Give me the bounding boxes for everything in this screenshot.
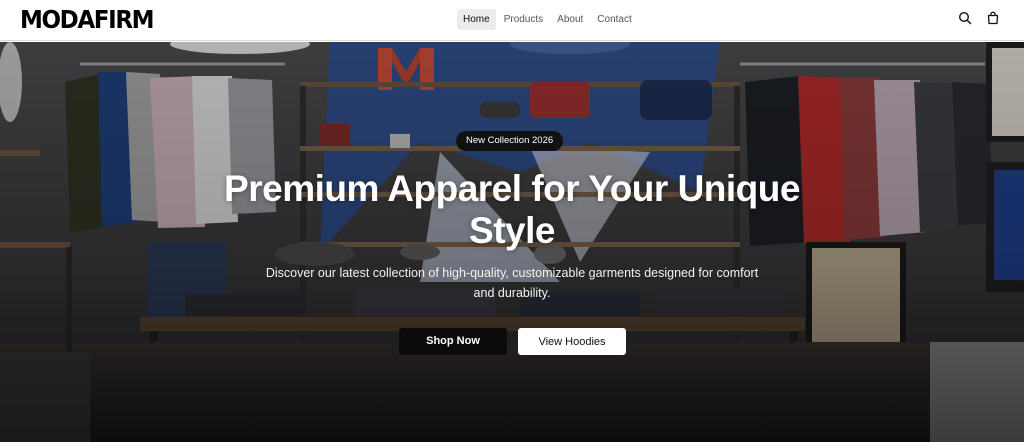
nav-item-home[interactable]: Home [457,9,496,30]
main-nav: Home Products About Contact [457,9,640,30]
shopping-bag-icon[interactable] [986,11,1000,25]
nav-item-about[interactable]: About [551,9,589,30]
nav-item-contact[interactable]: Contact [591,9,637,30]
nav-item-products[interactable]: Products [498,9,549,30]
search-icon[interactable] [958,11,972,25]
brand-logo[interactable]: MODAFIRM [20,5,155,34]
hero-section: New Collection 2026 Premium Apparel for … [0,42,1024,442]
site-header: MODAFIRM Home Products About Contact [0,0,1024,41]
header-actions [958,11,1000,25]
collection-badge: New Collection 2026 [456,131,564,151]
hero-subtitle: Discover our latest collection of high-q… [265,266,759,300]
hero-title: Premium Apparel for Your Unique Style [224,168,800,251]
view-hoodies-button[interactable]: View Hoodies [518,328,626,355]
shop-now-button[interactable]: Shop Now [399,328,507,355]
